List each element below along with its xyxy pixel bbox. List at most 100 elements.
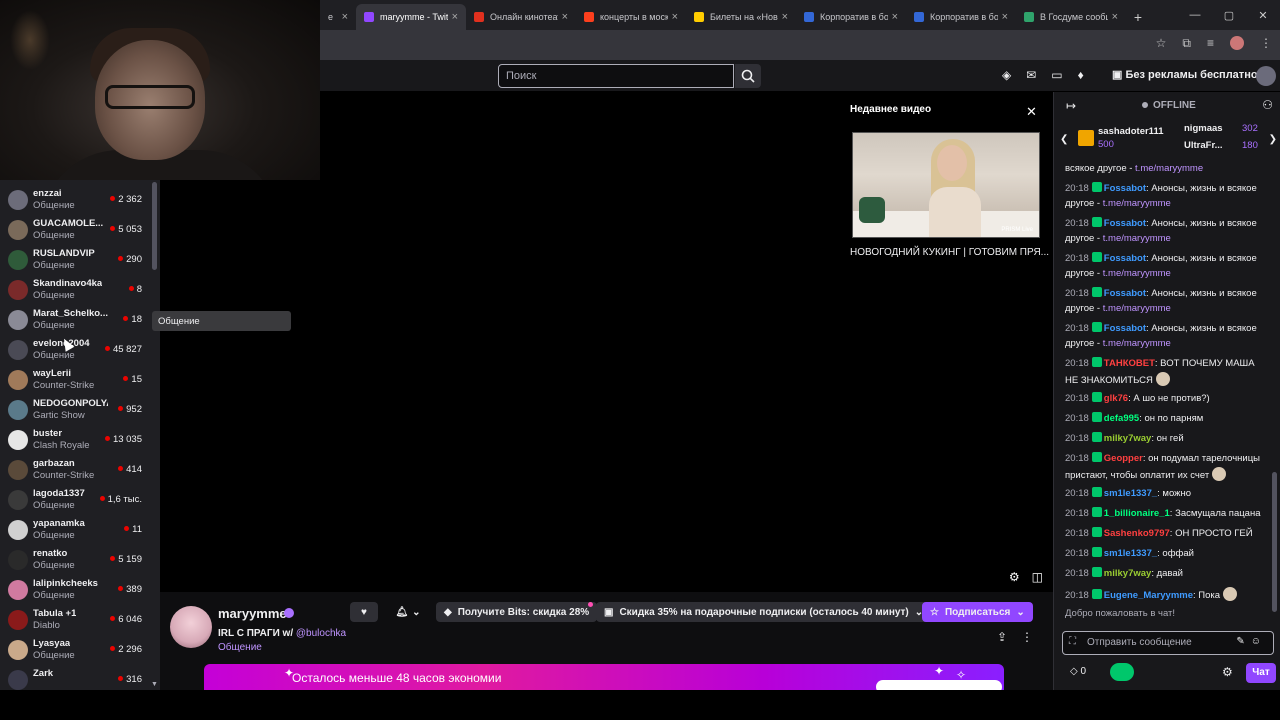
profile-avatar[interactable] — [1230, 36, 1244, 50]
user-avatar[interactable] — [1256, 66, 1276, 86]
cheer-icon[interactable]: ⛶ — [1069, 636, 1076, 647]
sidebar-channel[interactable]: yapanamka Общение 11 — [0, 515, 150, 545]
browser-tab[interactable]: maryymme - Twit × — [356, 4, 466, 30]
chat-username[interactable]: Fossabot — [1104, 183, 1146, 194]
follow-button[interactable]: ♥ — [350, 602, 378, 622]
leader-second-name[interactable]: nigmaas — [1184, 123, 1223, 134]
star-icon[interactable]: ☆ — [1156, 36, 1167, 51]
sidebar-channel[interactable]: lalipinkcheeks Общение 389 — [0, 575, 150, 605]
browser-tab[interactable]: е × — [320, 4, 356, 30]
emote-picker-icon[interactable]: ✎☺ — [1236, 636, 1267, 647]
get-bits-button[interactable]: ◆ Получите Bits: скидка 28% — [436, 602, 598, 622]
chat-username[interactable]: Geopper — [1104, 453, 1143, 464]
more-options-icon[interactable]: ⋮ — [1021, 630, 1033, 644]
sidebar-channel[interactable]: Zark 316 — [0, 665, 150, 690]
search-input[interactable]: Поиск — [498, 64, 734, 88]
browser-tab[interactable]: В Госдуме сообщ × — [1016, 4, 1126, 30]
close-tab-icon[interactable]: × — [562, 11, 568, 23]
leader-first-name[interactable]: sashadoter111 — [1098, 126, 1164, 137]
new-tab-button[interactable]: + — [1126, 4, 1150, 30]
browser-tab[interactable]: Корпоратив в бо × — [906, 4, 1016, 30]
browser-tab[interactable]: Онлайн кинотеат × — [466, 4, 576, 30]
close-tab-icon[interactable]: × — [1002, 11, 1008, 23]
sidebar-channel[interactable]: RUSLANDVIP Общение 290 — [0, 245, 150, 275]
settings-gear-icon[interactable]: ⚙ — [1009, 570, 1020, 584]
close-icon[interactable]: ✕ — [1026, 104, 1037, 120]
chat-link[interactable]: t.me/maryymme — [1103, 303, 1171, 314]
collapse-chat-icon[interactable]: ↦ — [1066, 99, 1076, 113]
menu-lines-icon[interactable]: ≡ — [1207, 36, 1214, 51]
recent-video-title[interactable]: НОВОГОДНИЙ КУКИНГ | ГОТОВИМ ПРЯ... — [850, 247, 1049, 258]
bits-icon[interactable]: ♦ — [1078, 68, 1084, 82]
chat-username[interactable]: 1_billionaire_1 — [1104, 508, 1170, 519]
chat-username[interactable]: Eugene_Maryymme — [1104, 590, 1193, 601]
chat-link[interactable]: t.me/maryymme — [1135, 163, 1203, 174]
stream-category[interactable]: Общение — [218, 642, 262, 653]
notifications-button[interactable]: 🔔︎ ⌄ — [388, 602, 428, 622]
promo-banner-button[interactable] — [876, 680, 1002, 690]
chevron-left-icon[interactable]: ❮ — [1060, 134, 1068, 145]
close-window-button[interactable]: ✕ — [1246, 0, 1280, 30]
chat-username[interactable]: sm1le1337_ — [1104, 488, 1157, 499]
adfree-button[interactable]: ▣ Без рекламы бесплатно — [1112, 68, 1258, 81]
chat-username[interactable]: glk76 — [1104, 393, 1128, 404]
sidebar-channel[interactable]: garbazan Counter-Strike 414 — [0, 455, 150, 485]
subscribe-button[interactable]: ☆ Подписаться ⌄ — [922, 602, 1033, 622]
mention-link[interactable]: @bulochka — [296, 628, 346, 639]
chat-username[interactable]: Fossabot — [1104, 288, 1146, 299]
close-tab-icon[interactable]: × — [782, 11, 788, 23]
sidebar-channel[interactable]: enzzai Общение 2 362 — [0, 185, 150, 215]
channel-points[interactable]: ◇ 0 — [1070, 666, 1086, 677]
sidebar-channel[interactable]: Marat_Schelko... Общение 18 — [0, 305, 150, 335]
close-tab-icon[interactable]: × — [1112, 11, 1118, 23]
sidebar-channel[interactable]: GUACAMOLE... Общение 5 053 — [0, 215, 150, 245]
browser-tab[interactable]: Билеты на «Нов × — [686, 4, 796, 30]
chat-input[interactable]: ⛶ Отправить сообщение ✎☺ — [1062, 631, 1274, 655]
sidebar-channel[interactable]: NEDOGONPOLYA Gartic Show 952 — [0, 395, 150, 425]
streamer-avatar[interactable] — [170, 606, 212, 648]
theatre-mode-icon[interactable]: ◫ — [1032, 570, 1043, 584]
sidebar-channel[interactable]: Skandinavo4ka Общение 8 — [0, 275, 150, 305]
extensions-icon[interactable]: ⧉ — [1182, 36, 1191, 51]
chat-username[interactable]: Fossabot — [1104, 323, 1146, 334]
search-button[interactable] — [735, 64, 761, 88]
chat-username[interactable]: milky7way — [1104, 568, 1152, 579]
browser-tab[interactable]: концерты в моск × — [576, 4, 686, 30]
chat-link[interactable]: t.me/maryymme — [1103, 233, 1171, 244]
sidebar-scrollbar[interactable] — [152, 182, 157, 270]
recent-video-thumbnail[interactable]: PRISM Live — [852, 132, 1040, 238]
chat-username[interactable]: milky7way — [1104, 433, 1152, 444]
chat-username[interactable]: sm1le1337_ — [1104, 548, 1157, 559]
whispers-icon[interactable]: ▭ — [1051, 68, 1062, 82]
close-tab-icon[interactable]: × — [342, 11, 348, 23]
close-tab-icon[interactable]: × — [672, 11, 678, 23]
chat-username[interactable]: ТАНКОВЕТ — [1104, 358, 1155, 369]
minimize-button[interactable]: — — [1178, 0, 1212, 30]
chat-link[interactable]: t.me/maryymme — [1103, 198, 1171, 209]
browser-tab[interactable]: Корпоратив в бо × — [796, 4, 906, 30]
sidebar-channel[interactable]: evelone2004 Общение 45 827 — [0, 335, 150, 365]
points-bonus-button[interactable] — [1110, 663, 1134, 681]
sidebar-channel[interactable]: Tabula +1 Diablo 6 046 — [0, 605, 150, 635]
leader-third-name[interactable]: UltraFr... — [1184, 140, 1223, 151]
sidebar-channel[interactable]: lagoda1337 Общение 1,6 тыс. — [0, 485, 150, 515]
chat-username[interactable]: Fossabot — [1104, 218, 1146, 229]
chat-scrollbar[interactable] — [1272, 472, 1277, 612]
chat-send-button[interactable]: Чат — [1246, 663, 1276, 683]
promo-banner[interactable]: ✦ ✦ ✧ Осталось меньше 48 часов экономии — [204, 664, 1004, 690]
inbox-icon[interactable]: ✉ — [1026, 68, 1036, 82]
chat-username[interactable]: defa995 — [1104, 413, 1139, 424]
streamer-name[interactable]: maryymme — [218, 606, 287, 621]
chevron-right-icon[interactable]: ❯ — [1269, 134, 1277, 145]
community-users-icon[interactable]: ⚇ — [1262, 98, 1273, 112]
chat-settings-icon[interactable]: ⚙ — [1222, 665, 1233, 679]
chat-link[interactable]: t.me/maryymme — [1103, 338, 1171, 349]
close-tab-icon[interactable]: × — [452, 11, 458, 23]
close-tab-icon[interactable]: × — [892, 11, 898, 23]
sidebar-channel[interactable]: wayLerii Counter-Strike 15 — [0, 365, 150, 395]
crown-icon[interactable]: ◈ — [1002, 68, 1011, 82]
chat-username[interactable]: Fossabot — [1104, 253, 1146, 264]
chat-username[interactable]: Sashenko9797 — [1104, 528, 1170, 539]
chat-link[interactable]: t.me/maryymme — [1103, 268, 1171, 279]
maximize-button[interactable]: ▢ — [1212, 0, 1246, 30]
